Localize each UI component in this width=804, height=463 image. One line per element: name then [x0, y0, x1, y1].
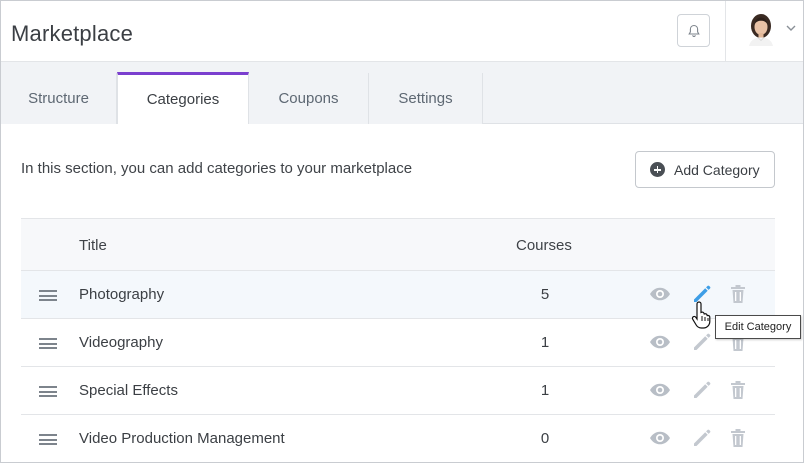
drag-handle-icon[interactable]	[39, 434, 57, 445]
tab-coupons[interactable]: Coupons	[249, 73, 369, 124]
hand-cursor-icon	[691, 301, 711, 329]
drag-handle-icon[interactable]	[39, 290, 57, 301]
app-window: Marketplace Structure Categories Coupons…	[0, 0, 804, 463]
chevron-down-icon[interactable]	[785, 23, 797, 33]
table-row: Special Effects 1	[21, 367, 775, 415]
section-description: In this section, you can add categories …	[21, 160, 413, 177]
trash-icon[interactable]	[730, 284, 746, 304]
page-title: Marketplace	[11, 21, 134, 46]
avatar[interactable]	[746, 12, 776, 46]
pencil-icon[interactable]	[691, 332, 712, 353]
tab-categories[interactable]: Categories	[117, 72, 249, 124]
drag-handle-icon[interactable]	[39, 386, 57, 397]
top-header: Marketplace	[1, 1, 803, 62]
eye-icon[interactable]	[649, 286, 671, 302]
header-divider	[725, 1, 726, 62]
plus-circle-icon	[650, 162, 665, 177]
category-title: Video Production Management	[79, 430, 285, 447]
notifications-button[interactable]	[677, 14, 710, 47]
trash-icon[interactable]	[730, 380, 746, 400]
category-title: Videography	[79, 334, 163, 351]
edit-category-tooltip: Edit Category	[715, 315, 801, 339]
eye-icon[interactable]	[649, 334, 671, 350]
category-courses: 0	[540, 430, 550, 447]
table-row: Videography 1	[21, 319, 775, 367]
bell-icon	[687, 24, 700, 37]
category-courses: 5	[540, 286, 550, 303]
table-header: Title Courses	[21, 219, 775, 271]
tab-structure[interactable]: Structure	[1, 73, 117, 124]
eye-icon[interactable]	[649, 430, 671, 446]
category-title: Special Effects	[79, 382, 178, 399]
table-row: Photography 5	[21, 271, 775, 319]
column-header-courses: Courses	[516, 237, 572, 254]
categories-table: Title Courses Photography 5 Videography …	[21, 218, 775, 462]
category-courses: 1	[540, 382, 550, 399]
tab-settings[interactable]: Settings	[369, 73, 483, 124]
pencil-icon[interactable]	[691, 380, 712, 401]
eye-icon[interactable]	[649, 382, 671, 398]
category-courses: 1	[540, 334, 550, 351]
tab-bar: Structure Categories Coupons Settings	[1, 62, 803, 124]
add-category-button[interactable]: Add Category	[635, 151, 775, 188]
column-header-title: Title	[79, 237, 107, 254]
category-title: Photography	[79, 286, 165, 303]
pencil-icon[interactable]	[691, 428, 712, 449]
add-category-label: Add Category	[674, 161, 760, 178]
table-row: Video Production Management 0	[21, 415, 775, 462]
drag-handle-icon[interactable]	[39, 338, 57, 349]
trash-icon[interactable]	[730, 428, 746, 448]
